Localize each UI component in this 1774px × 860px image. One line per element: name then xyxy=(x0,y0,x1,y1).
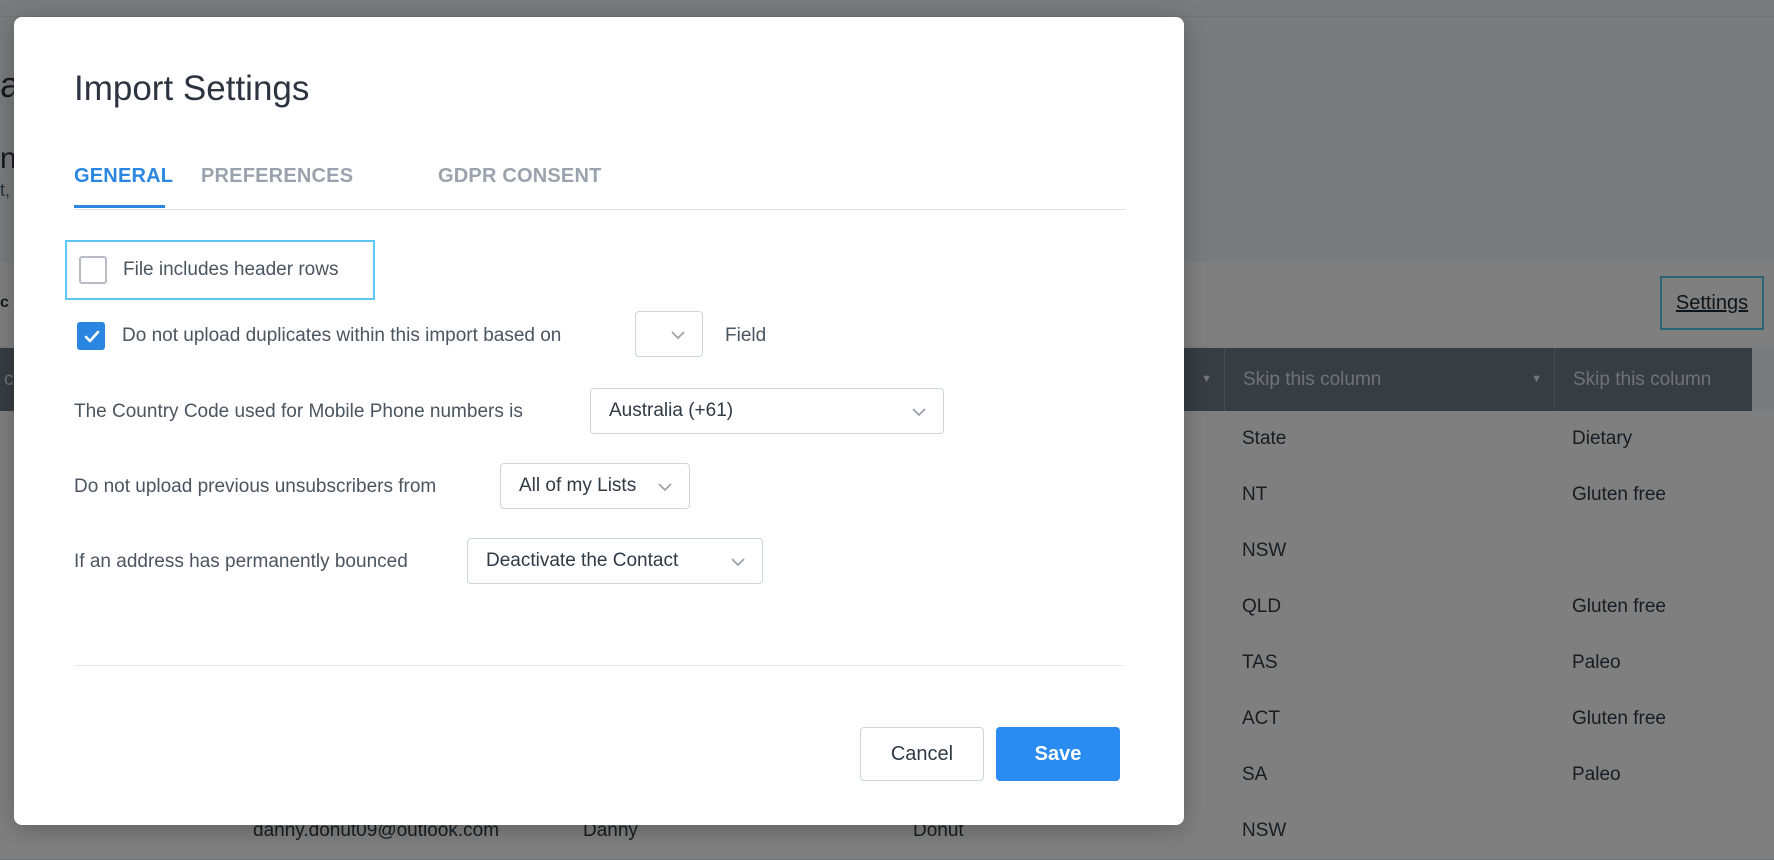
header-rows-option: File includes header rows xyxy=(65,240,375,300)
header-rows-checkbox[interactable] xyxy=(79,256,107,284)
duplicates-checkbox[interactable] xyxy=(77,322,105,350)
bounced-label: If an address has permanently bounced xyxy=(74,551,408,572)
save-button[interactable]: Save xyxy=(996,727,1120,781)
tab-gdpr-consent[interactable]: GDPR CONSENT xyxy=(438,165,602,188)
bounced-select[interactable]: Deactivate the Contact xyxy=(467,538,763,584)
import-settings-dialog: Import Settings GENERAL PREFERENCES GDPR… xyxy=(14,17,1184,825)
unsubscribers-value: All of my Lists xyxy=(519,475,637,496)
cancel-button[interactable]: Cancel xyxy=(860,727,984,781)
footer-divider xyxy=(74,665,1124,666)
unsubscribers-label: Do not upload previous unsubscribers fro… xyxy=(74,476,437,497)
country-code-label: The Country Code used for Mobile Phone n… xyxy=(74,401,523,422)
chevron-down-icon xyxy=(731,558,745,567)
chevron-down-icon xyxy=(671,331,685,340)
checkmark-icon xyxy=(84,330,100,343)
tab-preferences[interactable]: PREFERENCES xyxy=(201,165,353,188)
bounced-value: Deactivate the Contact xyxy=(486,550,679,571)
country-code-select[interactable]: Australia (+61) xyxy=(590,388,944,434)
chevron-down-icon xyxy=(912,408,926,417)
tab-general[interactable]: GENERAL xyxy=(74,165,173,188)
duplicates-field-suffix: Field xyxy=(725,325,767,346)
dialog-title: Import Settings xyxy=(74,69,310,108)
active-tab-indicator xyxy=(74,205,165,208)
duplicates-label: Do not upload duplicates within this imp… xyxy=(122,325,562,346)
country-code-value: Australia (+61) xyxy=(609,400,734,421)
header-rows-label: File includes header rows xyxy=(123,259,339,280)
duplicates-field-select[interactable] xyxy=(635,311,703,357)
unsubscribers-select[interactable]: All of my Lists xyxy=(500,463,690,509)
chevron-down-icon xyxy=(658,483,672,492)
settings-tabs: GENERAL PREFERENCES GDPR CONSENT xyxy=(74,143,1126,210)
